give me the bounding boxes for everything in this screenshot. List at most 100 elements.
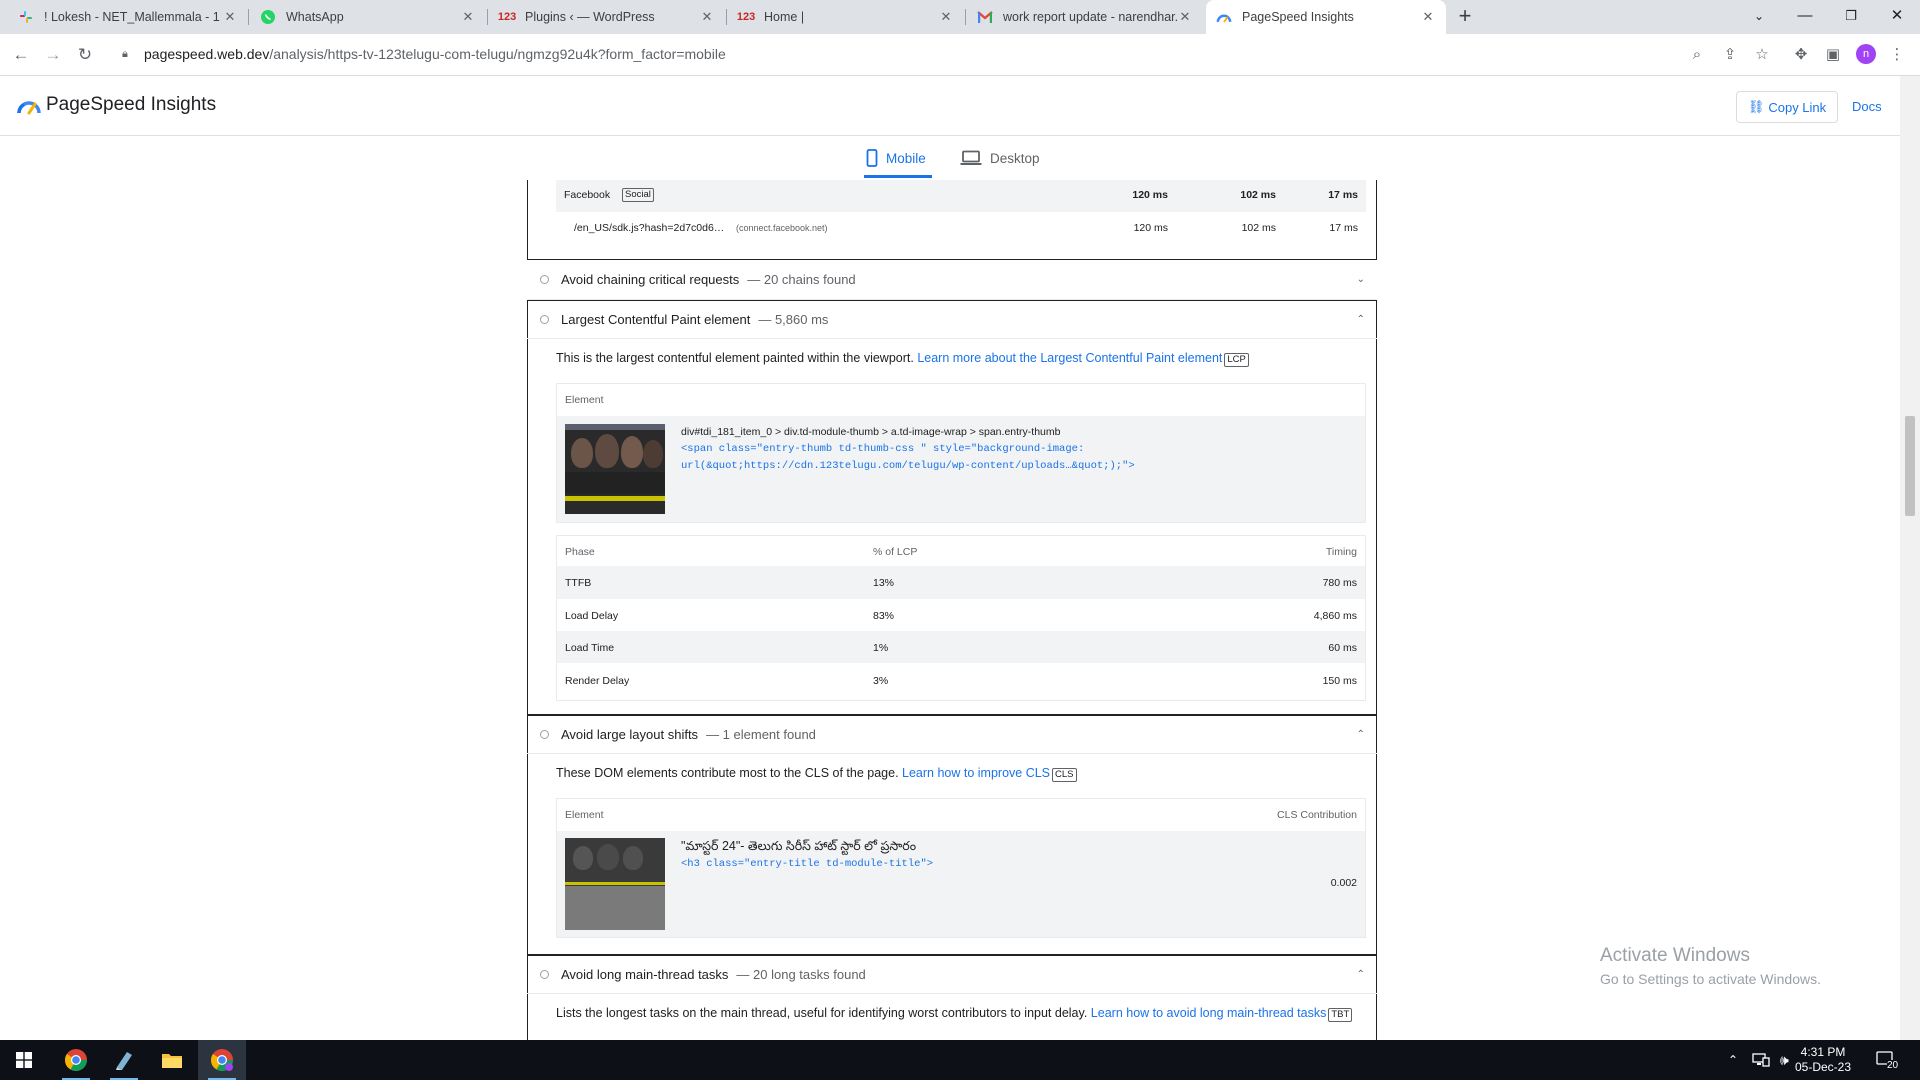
learn-more-link[interactable]: Learn how to avoid long main-thread task… [1091, 1006, 1327, 1020]
tab-gmail[interactable]: work report update - narendhar... ✕ [967, 0, 1203, 34]
audit-critical-chains[interactable]: Avoid chaining critical requests — 20 ch… [527, 260, 1377, 300]
table-row: TTFB 13% 780 ms [557, 566, 1365, 599]
clock-date: 05-Dec-23 [1794, 1060, 1852, 1074]
audit-long-tasks[interactable]: Avoid long main-thread tasks — 20 long t… [527, 956, 1377, 994]
lock-icon: 🔒︎ [122, 47, 128, 60]
chevron-up-icon[interactable]: ⌃ [1357, 729, 1365, 740]
audit-title: Avoid chaining critical requests [561, 272, 740, 287]
chevron-down-icon[interactable]: ⌄ [1357, 274, 1365, 285]
learn-more-link[interactable]: Learn how to improve CLS [902, 766, 1050, 780]
side-panel-icon[interactable]: ▣ [1822, 44, 1844, 66]
description-text: These DOM elements contribute most to th… [556, 766, 899, 780]
tab-wordpress-plugins[interactable]: 123 Plugins ‹ — WordPress ✕ [489, 0, 725, 34]
bookmark-star-icon[interactable]: ☆ [1751, 44, 1773, 66]
cls-contribution-value: 0.002 [1330, 877, 1357, 889]
back-icon[interactable]: ← [8, 42, 34, 68]
close-icon[interactable]: ✕ [938, 9, 954, 25]
lcp-element-table: Element div#tdi_181_item_0 > div.td-modu… [556, 383, 1366, 523]
url-host: pagespeed.web.dev [144, 46, 270, 62]
column-header: Timing [1325, 546, 1357, 558]
phase-pct: 1% [873, 642, 889, 654]
entity-value: 17 ms [1328, 189, 1358, 201]
phase-timing: 4,860 ms [1313, 610, 1357, 622]
profile-avatar[interactable]: n [1856, 44, 1876, 64]
slack-icon [18, 9, 34, 25]
close-icon[interactable]: ✕ [460, 9, 476, 25]
chevron-up-icon[interactable]: ⌃ [1357, 969, 1365, 980]
reload-icon[interactable]: ↻ [72, 42, 98, 68]
tab-home[interactable]: 123 Home | ✕ [728, 0, 964, 34]
menu-icon[interactable]: ⋮ [1886, 44, 1908, 66]
scrollbar-thumb[interactable] [1905, 416, 1915, 516]
tab-whatsapp[interactable]: WhatsApp ✕ [250, 0, 486, 34]
table-row: Load Delay 83% 4,860 ms [557, 599, 1365, 631]
audits-column: Facebook Social 120 ms 102 ms 17 ms /en_… [527, 180, 1377, 1040]
docs-link[interactable]: Docs [1852, 99, 1882, 114]
form-factor-tabs: Mobile Desktop [0, 137, 1900, 179]
minimize-button[interactable]: — [1782, 0, 1828, 34]
close-window-button[interactable]: ✕ [1874, 0, 1920, 34]
tab-desktop-label: Desktop [990, 150, 1040, 166]
123telugu-icon: 123 [736, 11, 756, 23]
audit-layout-shifts[interactable]: Avoid large layout shifts — 1 element fo… [527, 716, 1377, 754]
table-header-row: Phase % of LCP Timing [557, 536, 1365, 566]
zoom-icon[interactable]: ⌕ [1686, 44, 1708, 66]
extensions-icon[interactable]: ✥ [1790, 44, 1812, 66]
close-icon[interactable]: ✕ [222, 9, 238, 25]
column-header: % of LCP [873, 546, 918, 558]
gmail-icon [977, 9, 993, 25]
notepad-taskbar-icon[interactable] [100, 1040, 148, 1080]
chevron-up-icon[interactable]: ⌃ [1357, 314, 1365, 325]
phase-timing: 780 ms [1322, 577, 1357, 589]
audit-description: Lists the longest tasks on the main thre… [556, 1006, 1353, 1022]
tab-desktop[interactable]: Desktop [960, 137, 1040, 179]
table-row: Render Delay 3% 150 ms [557, 663, 1365, 697]
cls-thumbnail [565, 838, 665, 930]
audit-cls-panel: Avoid large layout shifts — 1 element fo… [527, 715, 1377, 955]
network-icon[interactable] [1752, 1040, 1770, 1080]
page-scrollbar[interactable] [1900, 76, 1920, 1040]
tab-slack[interactable]: ! Lokesh - NET_Mallemmala - 1 ... ✕ [8, 0, 248, 34]
close-icon[interactable]: ✕ [699, 9, 715, 25]
audit-lcp-element[interactable]: Largest Contentful Paint element — 5,860… [527, 301, 1377, 339]
lcp-snippet-line1: <span class="entry-thumb td-thumb-css " … [681, 443, 1085, 455]
phase-name: Load Delay [565, 610, 619, 622]
tab-label: work report update - narendhar... [1003, 10, 1177, 24]
show-hidden-icons-icon[interactable]: ⌃ [1728, 1040, 1738, 1080]
audit-display-value: — 1 element found [706, 727, 816, 742]
script-url[interactable]: /en_US/sdk.js?hash=2d7c0d6… [574, 222, 724, 234]
notification-center-icon[interactable]: 20 [1876, 1040, 1899, 1080]
audit-status-icon [540, 730, 549, 739]
address-bar[interactable]: 🔒︎ pagespeed.web.dev/analysis/https-tv-1… [110, 39, 1700, 69]
chrome-profile-taskbar-icon[interactable] [198, 1040, 246, 1080]
tab-mobile[interactable]: Mobile [864, 137, 932, 179]
tab-separator [726, 9, 727, 25]
table-header-row: Element CLS Contribution [557, 799, 1365, 831]
file-explorer-icon[interactable] [148, 1040, 196, 1080]
copy-link-button[interactable]: ⛓ Copy Link [1736, 91, 1838, 123]
forward-icon[interactable]: → [40, 42, 66, 68]
learn-more-link[interactable]: Learn more about the Largest Contentful … [917, 351, 1222, 365]
whatsapp-icon [260, 9, 276, 25]
column-header: Element [565, 809, 604, 821]
new-tab-button[interactable]: + [1452, 4, 1478, 30]
123telugu-icon: 123 [497, 11, 517, 23]
taskbar-clock[interactable]: 4:31 PM 05-Dec-23 [1788, 1045, 1858, 1075]
clock-time: 4:31 PM [1800, 1045, 1846, 1059]
tab-mobile-label: Mobile [886, 150, 926, 166]
tab-search-icon[interactable]: ⌄ [1736, 0, 1782, 34]
chrome-taskbar-icon[interactable] [52, 1040, 100, 1080]
lcp-snippet-line2: url(&quot;https://cdn.123telugu.com/telu… [681, 460, 1135, 472]
pagespeed-logo-icon [17, 101, 41, 115]
close-icon[interactable]: ✕ [1177, 9, 1193, 25]
restore-button[interactable]: ❐ [1828, 0, 1874, 34]
table-row: Load Time 1% 60 ms [557, 631, 1365, 663]
phase-name: Load Time [565, 642, 615, 654]
phase-name: TTFB [565, 577, 592, 589]
close-icon[interactable]: ✕ [1420, 9, 1436, 25]
tab-pagespeed[interactable]: PageSpeed Insights ✕ [1206, 0, 1446, 34]
pagespeed-icon [1216, 9, 1232, 25]
share-icon[interactable]: ⇪ [1719, 44, 1741, 66]
windows-start-icon[interactable] [0, 1040, 48, 1080]
script-domain: (connect.facebook.net) [736, 223, 828, 233]
